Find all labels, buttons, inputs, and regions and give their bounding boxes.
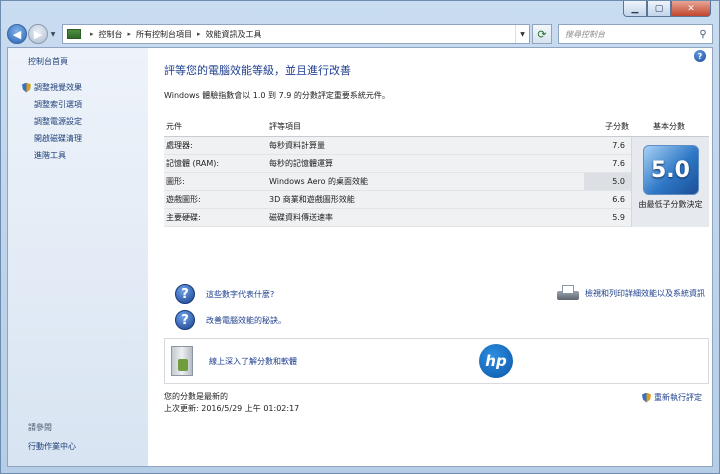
table-row: 記憶體 (RAM): 每秒的記憶體運算 7.6	[164, 155, 631, 173]
search-icon[interactable]: ⚲	[694, 29, 712, 40]
help-icon[interactable]: ?	[694, 50, 706, 62]
window-frame: ▁ ▢ ✕ ◀ ▶ ▼ ▸ 控制台 ▸ 所有控制台項目 ▸ 效能資訊及工具 ▼ …	[0, 0, 720, 474]
status-uptodate: 您的分數是最新的	[164, 392, 228, 401]
score-status: 您的分數是最新的 上次更新: 2016/5/29 上午 01:02:17	[164, 391, 299, 415]
score-rows: 處理器: 每秒資料計算量 7.6 記憶體 (RAM): 每秒的記憶體運算 7.6…	[164, 137, 631, 227]
uac-shield-icon	[642, 392, 651, 403]
column-header-rating: 評等項目	[269, 122, 301, 131]
learn-more-box: 線上深入了解分數和軟體 hp	[164, 338, 709, 384]
main-panel: ? 評等您的電腦效能等級，並且進行改善 Windows 體驗指數會以 1.0 到…	[148, 48, 712, 466]
print-details[interactable]: 檢視和列印詳細效能以及系統資訊	[557, 285, 705, 301]
recent-pages-dropdown[interactable]: ▼	[48, 27, 58, 41]
close-button[interactable]: ✕	[671, 1, 711, 17]
forward-arrow-icon: ▶	[33, 27, 43, 41]
help-links: ? 這些數字代表什麼? ? 改善電腦效能的秘訣。 檢視和列印詳細效能以及系統資訊	[175, 281, 705, 333]
printer-icon	[557, 285, 579, 301]
row-rating: 3D 商業和遊戲圖形效能	[269, 195, 355, 204]
refresh-button[interactable]: ⟳	[532, 24, 552, 44]
table-row: 遊戲圖形: 3D 商業和遊戲圖形效能 6.6	[164, 191, 631, 209]
row-rating: 每秒的記憶體運算	[269, 159, 333, 168]
control-panel-icon	[67, 29, 81, 39]
table-row: 主要硬碟: 磁碟資料傳送速率 5.9	[164, 209, 631, 227]
search-placeholder: 搜尋控制台	[565, 29, 605, 39]
question-icon[interactable]: ?	[175, 284, 195, 304]
maximize-button[interactable]: ▢	[647, 1, 671, 17]
hp-logo[interactable]: hp	[479, 344, 513, 378]
sidebar-item-disk-cleanup[interactable]: 開啟磁碟清理	[22, 130, 148, 147]
breadcrumb-performance-tools[interactable]: 效能資訊及工具	[206, 29, 262, 40]
score-table: 元件 評等項目 子分數 基本分數 處理器: 每秒資料計算量 7.6 記憶體 (R…	[164, 117, 709, 227]
address-dropdown[interactable]: ▼	[515, 25, 529, 43]
row-component: 處理器:	[166, 141, 193, 150]
navigation-bar: ◀ ▶ ▼ ▸ 控制台 ▸ 所有控制台項目 ▸ 效能資訊及工具 ▼ ⟳ 搜尋控制…	[7, 23, 713, 45]
sidebar-item-label: 調整索引選項	[34, 100, 82, 109]
learn-more-link[interactable]: 線上深入了解分數和軟體	[209, 356, 479, 367]
forward-button[interactable]: ▶	[28, 24, 48, 44]
page-title: 評等您的電腦效能等級，並且進行改善	[164, 64, 351, 77]
score-table-header: 元件 評等項目 子分數 基本分數	[164, 117, 709, 137]
sidebar-item-visual-effects[interactable]: 調整視覺效果	[22, 79, 148, 96]
page-description: Windows 體驗指數會以 1.0 到 7.9 的分數評定重要系統元件。	[164, 91, 390, 100]
row-component: 主要硬碟:	[166, 213, 201, 222]
row-rating: 每秒資料計算量	[269, 141, 325, 150]
sidebar-item-power[interactable]: 調整電源設定	[22, 113, 148, 130]
row-subscore: 5.0	[584, 173, 631, 190]
sidebar-item-indexing[interactable]: 調整索引選項	[22, 96, 148, 113]
performance-tips-link[interactable]: 改善電腦效能的秘訣。	[206, 315, 286, 326]
row-subscore: 7.6	[612, 141, 625, 150]
row-component: 遊戲圖形:	[166, 195, 201, 204]
search-input[interactable]: 搜尋控制台 ⚲	[558, 24, 713, 44]
sidebar-see-also: 請參閱 行動作業中心	[28, 422, 76, 452]
refresh-icon: ⟳	[537, 27, 547, 41]
sidebar-item-label: 進階工具	[34, 151, 66, 160]
back-arrow-icon: ◀	[12, 27, 22, 41]
chevron-down-icon: ▼	[520, 30, 525, 38]
rerun-assessment[interactable]: 重新執行評定	[642, 392, 702, 403]
breadcrumb-separator-icon: ▸	[197, 30, 201, 38]
column-header-basescore: 基本分數	[653, 122, 685, 131]
address-bar[interactable]: ▸ 控制台 ▸ 所有控制台項目 ▸ 效能資訊及工具 ▼	[62, 24, 530, 44]
row-component: 圖形:	[166, 177, 185, 186]
sidebar-item-label: 調整電源設定	[34, 117, 82, 126]
software-box-icon	[171, 346, 193, 376]
back-button[interactable]: ◀	[7, 24, 27, 44]
row-rating: Windows Aero 的桌面效能	[269, 177, 369, 186]
row-component: 記憶體 (RAM):	[166, 159, 220, 168]
row-subscore: 6.6	[612, 195, 625, 204]
content-area: 控制台首頁 調整視覺效果 調整索引選項 調整電源設定 開啟磁碟清理 進階工具 請…	[7, 47, 713, 467]
column-header-component: 元件	[166, 122, 182, 131]
sidebar-item-advanced-tools[interactable]: 進階工具	[22, 147, 148, 164]
base-score-caption: 由最低子分數決定	[638, 200, 703, 209]
table-row: 圖形: Windows Aero 的桌面效能 5.0	[164, 173, 631, 191]
row-subscore: 7.6	[612, 159, 625, 168]
see-also-heading: 請參閱	[28, 423, 52, 432]
question-icon[interactable]: ?	[175, 310, 195, 330]
what-numbers-mean-link[interactable]: 這些數字代表什麼?	[206, 289, 274, 300]
breadcrumb-all-items[interactable]: 所有控制台項目	[136, 29, 192, 40]
chevron-down-icon: ▼	[50, 30, 56, 38]
breadcrumb-control-panel[interactable]: 控制台	[99, 29, 123, 40]
base-score-panel: 5.0 由最低子分數決定	[631, 137, 709, 227]
row-rating: 磁碟資料傳送速率	[269, 213, 333, 222]
sidebar-home-link[interactable]: 控制台首頁	[28, 56, 148, 67]
status-last-update: 上次更新: 2016/5/29 上午 01:02:17	[164, 404, 300, 413]
uac-shield-icon	[22, 82, 31, 93]
print-details-link[interactable]: 檢視和列印詳細效能以及系統資訊	[585, 288, 705, 299]
caption-buttons: ▁ ▢ ✕	[623, 1, 711, 17]
sidebar: 控制台首頁 調整視覺效果 調整索引選項 調整電源設定 開啟磁碟清理 進階工具 請…	[8, 48, 148, 466]
base-score-badge: 5.0	[642, 145, 699, 195]
table-row: 處理器: 每秒資料計算量 7.6	[164, 137, 631, 155]
breadcrumb-separator-icon: ▸	[90, 30, 94, 38]
action-center-link[interactable]: 行動作業中心	[28, 441, 76, 452]
column-header-subscore: 子分數	[605, 122, 629, 131]
minimize-button[interactable]: ▁	[623, 1, 647, 17]
row-subscore: 5.9	[612, 213, 625, 222]
sidebar-item-label: 調整視覺效果	[34, 83, 82, 92]
sidebar-item-label: 開啟磁碟清理	[34, 134, 82, 143]
rerun-assessment-link[interactable]: 重新執行評定	[654, 392, 702, 403]
breadcrumb-separator-icon: ▸	[127, 30, 132, 38]
